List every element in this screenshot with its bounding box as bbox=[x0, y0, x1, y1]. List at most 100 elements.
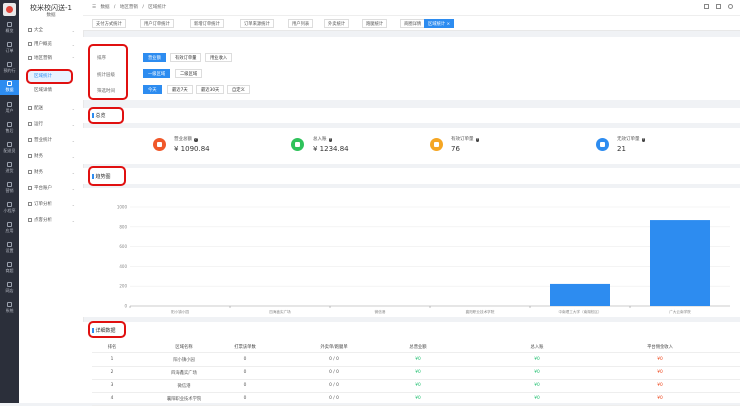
filter-label-sort: 排序 bbox=[97, 56, 106, 61]
breadcrumb: ☰ 数据 / 地区营销 / 区域统计 bbox=[92, 5, 167, 10]
time-today-button[interactable]: 今天 bbox=[143, 85, 162, 94]
tab-district-detail[interactable]: 商圈详情 bbox=[400, 19, 426, 28]
help-icon[interactable]: ? bbox=[475, 137, 479, 142]
stat-label: 营业总额? bbox=[174, 137, 198, 142]
order-icon bbox=[7, 42, 12, 47]
sidebar-item-delivery[interactable]: 配送 ⌄ bbox=[28, 104, 78, 113]
calendar-icon bbox=[7, 62, 12, 67]
sort-revenue-button[interactable]: 营业额 bbox=[143, 53, 166, 62]
rail-item-marketing[interactable]: 营销 bbox=[0, 182, 19, 193]
sidebar-sub-region-detail[interactable]: 区域详情 bbox=[34, 86, 74, 95]
stat-label: 总入账? bbox=[313, 137, 332, 142]
sidebar-sub-region-stats[interactable]: 区域统计 bbox=[34, 72, 74, 81]
sidebar-item-finance[interactable]: 财务 ⌄ bbox=[28, 152, 78, 161]
rail-item-system[interactable]: 系统 bbox=[0, 302, 19, 313]
chevron-up-icon: ⌃ bbox=[71, 56, 75, 61]
tab-user-list[interactable]: 用户列表 bbox=[288, 19, 314, 28]
region-icon bbox=[28, 55, 32, 60]
tab-payment-stats[interactable]: 支付方式统计 bbox=[92, 19, 126, 28]
sidebar-item-order-analysis[interactable]: 订单分析 ⌄ bbox=[28, 200, 78, 209]
doc-icon bbox=[596, 138, 609, 151]
stat-value-revenue: ¥ 1090.84 bbox=[174, 145, 210, 153]
courier-icon bbox=[7, 142, 12, 147]
gift-icon bbox=[7, 182, 12, 187]
rail-item-mall[interactable]: 商超 bbox=[0, 262, 19, 273]
table-cell: ¥0 bbox=[534, 370, 540, 375]
table-cell: ¥0 bbox=[657, 357, 663, 362]
rail-item-aftersale[interactable]: 售后 bbox=[0, 122, 19, 133]
table-cell: 四海鑫实广场 bbox=[171, 371, 197, 376]
tab-user-order-stats[interactable]: 用户订单统计 bbox=[140, 19, 174, 28]
rail-item-reserve[interactable]: 预约行 bbox=[0, 62, 19, 73]
rail-item-users[interactable]: 用户 bbox=[0, 102, 19, 113]
menu-toggle-icon[interactable]: ☰ bbox=[92, 5, 96, 10]
bar bbox=[550, 283, 610, 306]
x-tick-label: 中南理工大学（南湖校区） bbox=[558, 309, 601, 314]
sidebar-item-finance-2[interactable]: 财务 ⌄ bbox=[28, 168, 78, 177]
account-icon bbox=[28, 185, 32, 190]
filter-label-stat-level: 统计层级 bbox=[97, 73, 115, 78]
help-icon[interactable]: ? bbox=[194, 137, 198, 142]
table-divider bbox=[92, 352, 740, 353]
sort-income-button[interactable]: 用业收入 bbox=[205, 53, 233, 62]
table-cell: ¥0 bbox=[657, 396, 663, 401]
y-tick-label: 0 bbox=[124, 304, 127, 309]
shop-icon bbox=[7, 262, 12, 267]
table-title: 详细数据 bbox=[92, 327, 116, 334]
sidebar-item-customer-analysis[interactable]: 点客分析 ⌄ bbox=[28, 216, 78, 225]
rail-item-stock[interactable]: 进货 bbox=[0, 162, 19, 173]
table-header: 总入账 bbox=[530, 345, 544, 350]
sidebar-item-platform-account[interactable]: 平台账户 ⌄ bbox=[28, 184, 78, 193]
finance-icon bbox=[28, 153, 32, 158]
time-custom-button[interactable]: 自定义 bbox=[227, 85, 250, 94]
sidebar-item-business-stats[interactable]: 营业统计 ⌄ bbox=[28, 136, 78, 145]
app-logo[interactable] bbox=[3, 3, 16, 16]
rail-item-store[interactable]: 网店 bbox=[0, 282, 19, 293]
chevron-down-icon: ⌄ bbox=[71, 202, 75, 207]
income-icon bbox=[291, 138, 304, 151]
tab-region-stats[interactable]: 区域统计 × bbox=[424, 19, 455, 28]
chevron-down-icon: ⌄ bbox=[71, 28, 75, 33]
rail-item-orders[interactable]: 订单 bbox=[0, 42, 19, 53]
rail-item-mini-program[interactable]: 小程序 bbox=[0, 202, 19, 213]
user-icon bbox=[28, 41, 32, 46]
tab-errand-stats[interactable]: 跑腿统计 bbox=[362, 19, 388, 28]
table-divider bbox=[92, 392, 740, 393]
refresh-icon[interactable] bbox=[716, 4, 721, 9]
table-cell: ¥0 bbox=[657, 383, 663, 388]
level-first-button[interactable]: 一级区域 bbox=[143, 69, 171, 78]
breadcrumb-item[interactable]: 地区营销 bbox=[120, 5, 138, 10]
bar bbox=[650, 220, 710, 306]
sidebar-item-region-marketing[interactable]: 地区营销 ⌃ bbox=[28, 54, 78, 63]
chevron-down-icon: ⌄ bbox=[71, 106, 75, 111]
rail-item-courier[interactable]: 配送员 bbox=[0, 142, 19, 153]
table-cell: 3 bbox=[110, 383, 114, 388]
time-30days-button[interactable]: 最近30天 bbox=[196, 85, 225, 94]
rail-item-settings[interactable]: 设置 bbox=[0, 242, 19, 253]
sidebar-item-all[interactable]: 大全 ⌄ bbox=[28, 26, 78, 35]
icon-rail: 概览 订单 预约行 数据 用户 售后 配送员 进货 营销 小程序 应用 设置 商… bbox=[0, 0, 19, 403]
help-icon[interactable]: ? bbox=[328, 137, 332, 142]
sidebar-item-user-overview[interactable]: 用户概览 ⌄ bbox=[28, 40, 78, 49]
level-second-button[interactable]: 二级区域 bbox=[175, 69, 203, 78]
top-bar: ☰ 数据 / 地区营销 / 区域统计 bbox=[83, 0, 740, 16]
help-icon[interactable]: ? bbox=[641, 137, 645, 142]
time-7days-button[interactable]: 最近7天 bbox=[167, 85, 193, 94]
tab-order-source-stats[interactable]: 订单来源统计 bbox=[240, 19, 274, 28]
mini-program-icon bbox=[7, 202, 12, 207]
x-tick-label: 四海鑫实广场 bbox=[269, 309, 291, 314]
filter-label-time: 筛选时间 bbox=[97, 89, 115, 94]
chart-card: 0 200 400 600 800 1000 阳小镇小园 四海鑫实广场 微信港 襄阳职业技术学院 中… bbox=[83, 188, 740, 317]
sort-valid-orders-button[interactable]: 有效订单量 bbox=[170, 53, 202, 62]
tab-takeout-stats[interactable]: 外卖统计 bbox=[324, 19, 350, 28]
rail-item-apps[interactable]: 应用 bbox=[0, 222, 19, 233]
chevron-down-icon: ⌄ bbox=[71, 186, 75, 191]
breadcrumb-item[interactable]: 数据 bbox=[100, 5, 109, 10]
fullscreen-icon[interactable] bbox=[704, 4, 709, 9]
sidebar-item-operation[interactable]: 运行 ⌄ bbox=[28, 120, 78, 129]
finance-icon bbox=[28, 169, 32, 174]
tab-new-order-stats[interactable]: 新增订单统计 bbox=[190, 19, 224, 28]
avatar[interactable] bbox=[728, 4, 733, 9]
rail-item-overview[interactable]: 概览 bbox=[0, 22, 19, 33]
rail-item-data[interactable]: 数据 bbox=[0, 80, 19, 95]
